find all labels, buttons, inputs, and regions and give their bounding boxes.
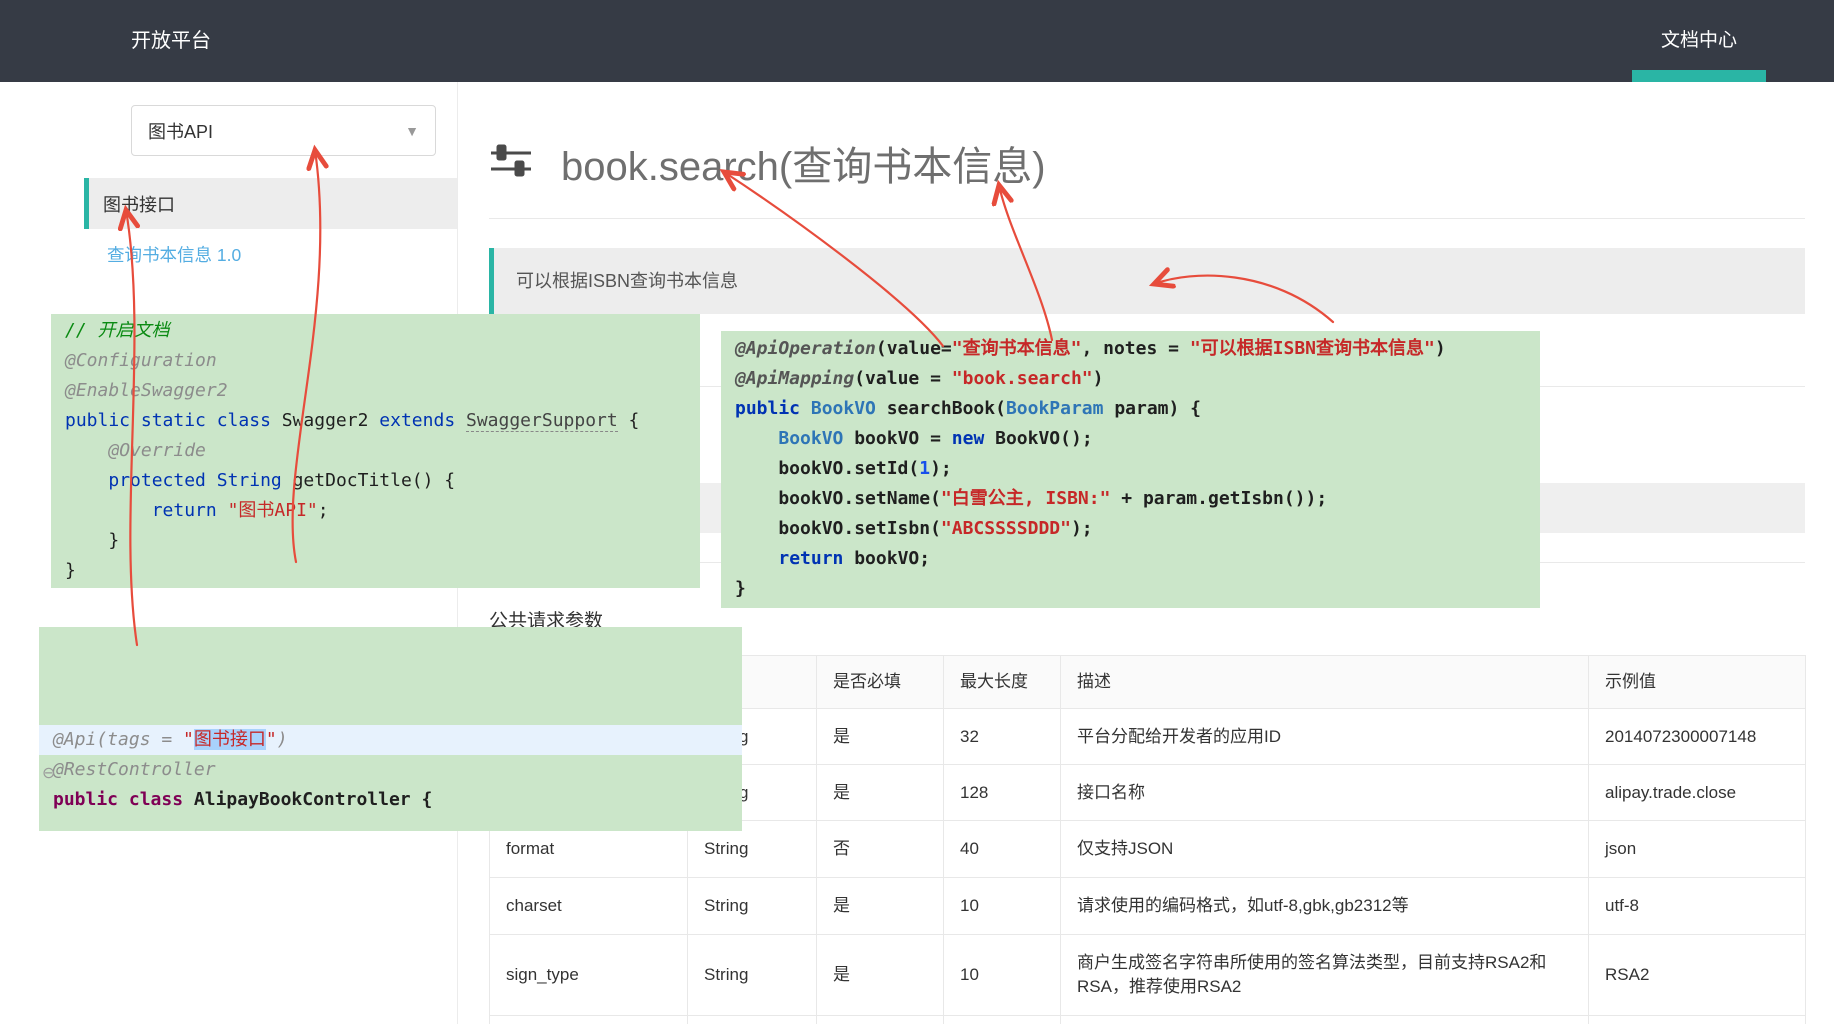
table-cell: 是 — [817, 878, 944, 935]
code-line: @Override — [51, 436, 700, 466]
nav-tab-doc-center[interactable]: 文档中心 — [1624, 0, 1774, 82]
table-row: charsetString是10请求使用的编码格式，如utf-8,gbk,gb2… — [490, 878, 1806, 935]
notice-bar: 可以根据ISBN查询书本信息 — [489, 248, 1805, 314]
table-cell: json — [1589, 821, 1806, 878]
table-cell: String — [688, 935, 817, 1016]
code-line: } — [51, 556, 700, 586]
code-line: return "图书API"; — [51, 496, 700, 526]
table-cell: charset — [490, 878, 688, 935]
code-line: @EnableSwagger2 — [51, 376, 700, 406]
table-cell: String — [688, 878, 817, 935]
code-line: @ApiMapping(value = "book.search") — [721, 364, 1540, 394]
table-cell: 10 — [944, 878, 1061, 935]
table-cell: 10 — [944, 935, 1061, 1016]
code-snippet-api-operation: @ApiOperation(value="查询书本信息", notes = "可… — [721, 331, 1540, 608]
code-line: @ApiOperation(value="查询书本信息", notes = "可… — [721, 334, 1540, 364]
table-cell: utf-8 — [1589, 878, 1806, 935]
column-header: 示例值 — [1589, 656, 1806, 709]
sidebar-item-label: 图书接口 — [103, 191, 175, 217]
column-header: 是否必填 — [817, 656, 944, 709]
table-cell: 否 — [817, 821, 944, 878]
table-cell: 32 — [944, 709, 1061, 765]
code-fold-icon: ⊖ — [42, 758, 55, 788]
divider — [489, 218, 1805, 219]
table-cell: RSA2 — [1589, 935, 1806, 1016]
table-cell: 是 — [817, 709, 944, 765]
table-cell: 平台分配给开发者的应用ID — [1061, 709, 1589, 765]
table-cell: 是 — [817, 935, 944, 1016]
code-snippet-swagger-config: // 开启文档@Configuration@EnableSwagger2publ… — [51, 314, 700, 588]
table-cell: 40 — [944, 821, 1061, 878]
page: 开放平台 文档中心 图书API ▼ 图书接口 查询书本信息 1.0 — [0, 0, 1834, 1024]
code-line: public BookVO searchBook(BookParam param… — [721, 394, 1540, 424]
table-cell: 商户生成签名字符串所使用的签名算法类型，目前支持RSA2和RSA，推荐使用RSA… — [1061, 935, 1589, 1016]
code-line: return bookVO; — [721, 544, 1540, 574]
code-line: @RestController — [39, 755, 742, 785]
column-header: 描述 — [1061, 656, 1589, 709]
table-cell: 仅支持JSON — [1061, 821, 1589, 878]
table-cell: 接口名称 — [1061, 765, 1589, 821]
sidebar-item-book-interface[interactable]: 图书接口 — [84, 178, 457, 229]
code-line: // 开启文档 — [51, 316, 700, 346]
code-line — [39, 815, 742, 831]
sliders-icon — [489, 141, 533, 186]
code-line: bookVO.setName("白雪公主, ISBN:" + param.get… — [721, 484, 1540, 514]
code-line: BookVO bookVO = new BookVO(); — [721, 424, 1540, 454]
table-cell: 2014072300007148 — [1589, 709, 1806, 765]
code-line: } — [721, 574, 1540, 604]
code-snippet-controller: ⊖ @Api(tags = "图书接口")@RestControllerpubl… — [39, 627, 742, 831]
code-line: public static class Swagger2 extends Swa… — [51, 406, 700, 436]
active-tab-indicator — [1632, 70, 1766, 82]
table-cell: sign_type — [490, 935, 688, 1016]
code-line: bookVO.setId(1); — [721, 454, 1540, 484]
page-title: book.search(查询书本信息) — [561, 134, 1046, 192]
chevron-down-icon: ▼ — [405, 123, 419, 139]
code-line: public class AlipayBookController { — [39, 785, 742, 815]
table-row-partial — [490, 1016, 1806, 1024]
brand-title: 开放平台 — [131, 0, 211, 82]
code-line: @Configuration — [51, 346, 700, 376]
table-cell: 请求使用的编码格式，如utf-8,gbk,gb2312等 — [1061, 878, 1589, 935]
code-line: } — [51, 526, 700, 556]
table-row: sign_typeString是10商户生成签名字符串所使用的签名算法类型，目前… — [490, 935, 1806, 1016]
api-select-value: 图书API — [148, 118, 213, 144]
code-line: protected String getDocTitle() { — [51, 466, 700, 496]
table-cell: alipay.trade.close — [1589, 765, 1806, 821]
top-navbar: 开放平台 文档中心 — [0, 0, 1834, 82]
code-line: bookVO.setIsbn("ABCSSSSDDD"); — [721, 514, 1540, 544]
code-line: @Api(tags = "图书接口") — [39, 725, 742, 755]
column-header: 最大长度 — [944, 656, 1061, 709]
api-select-dropdown[interactable]: 图书API ▼ — [131, 105, 436, 156]
table-cell: 是 — [817, 765, 944, 821]
title-row: book.search(查询书本信息) — [489, 134, 1046, 192]
table-cell: 128 — [944, 765, 1061, 821]
sidebar-link-search-book[interactable]: 查询书本信息 1.0 — [107, 242, 241, 267]
